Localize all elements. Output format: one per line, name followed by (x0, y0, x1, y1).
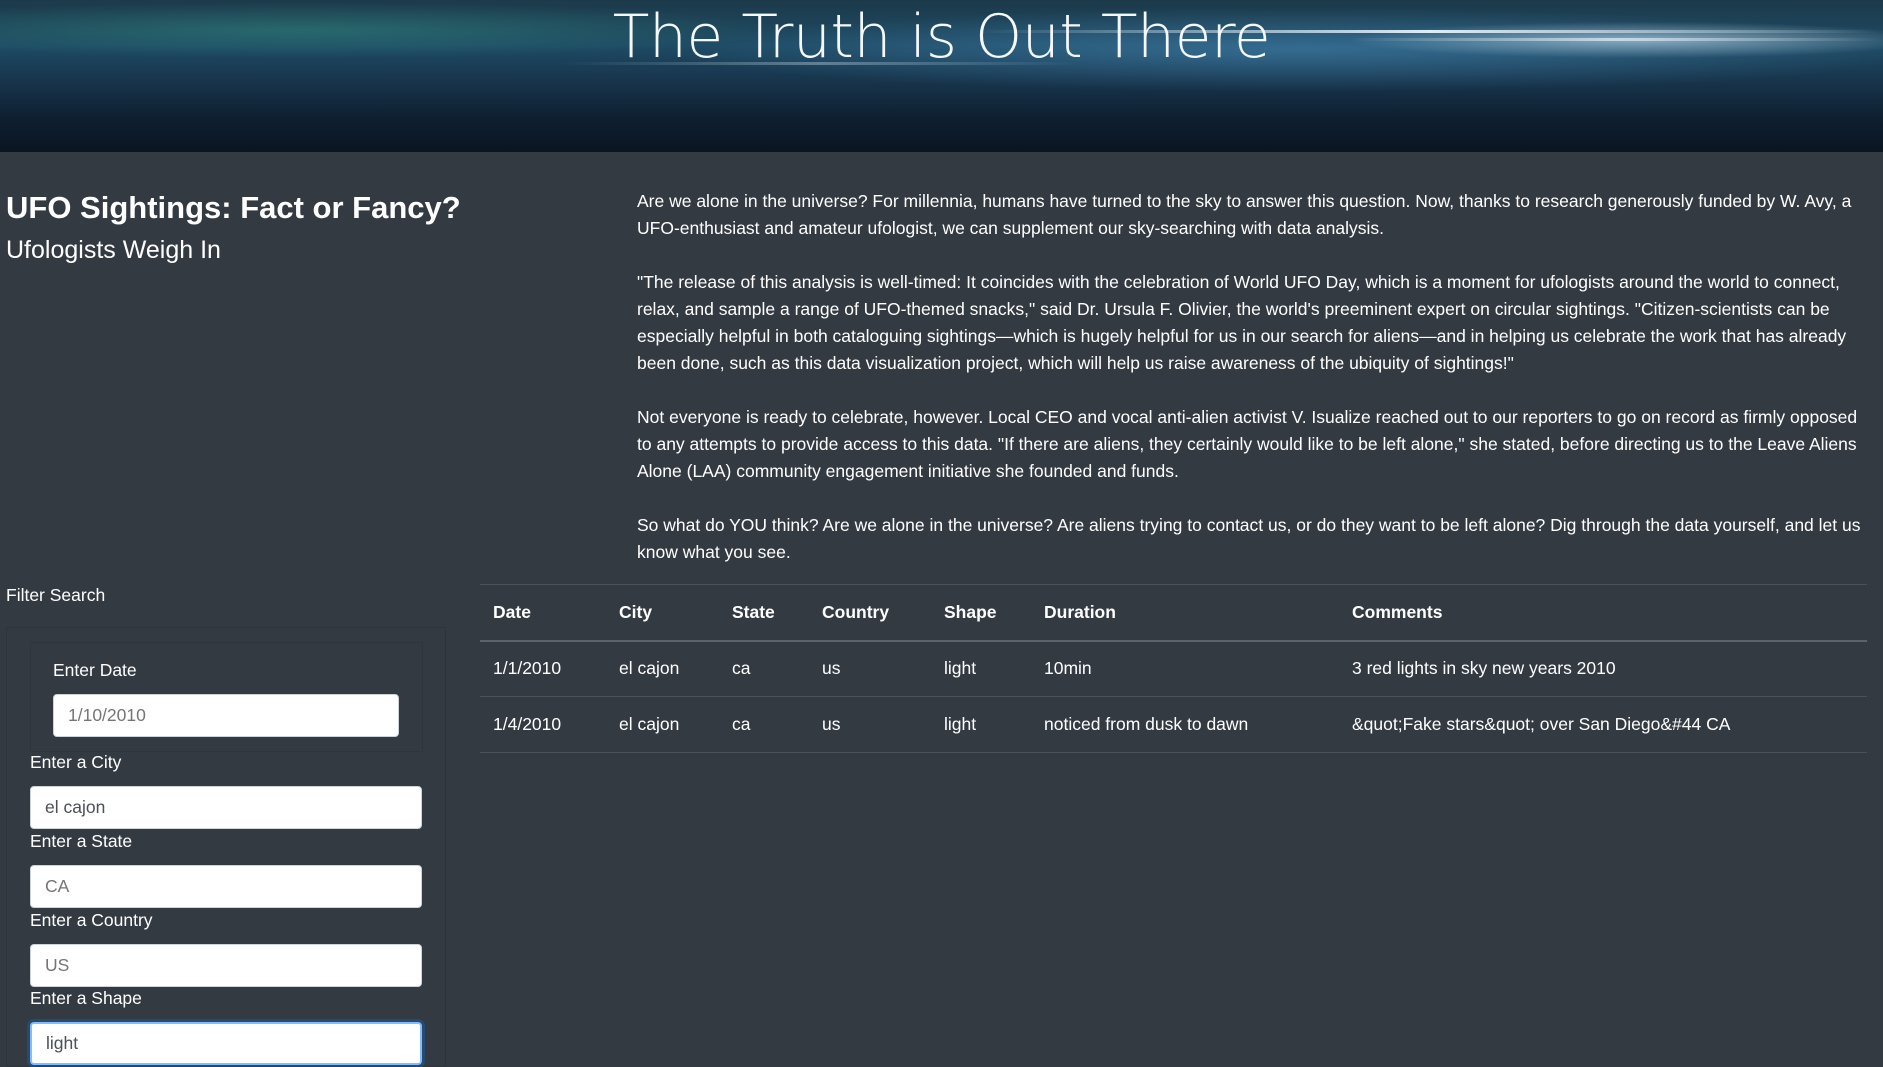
article-paragraph: "The release of this analysis is well-ti… (637, 272, 1847, 373)
cell-shape: light (931, 640, 1031, 697)
state-input[interactable] (30, 865, 422, 908)
article-heading: UFO Sightings: Fact or Fancy? Ufologists… (6, 188, 566, 270)
column-header-date: Date (480, 584, 606, 642)
column-header-state: State (719, 584, 809, 642)
filter-search-title: Filter Search (6, 585, 106, 605)
article-paragraph: So what do YOU think? Are we alone in th… (637, 515, 1861, 562)
column-header-comments: Comments (1339, 584, 1867, 642)
article-paragraph: Not everyone is ready to celebrate, howe… (637, 407, 1858, 481)
cell-shape: light (931, 696, 1031, 753)
cell-comments: 3 red lights in sky new years 2010 (1339, 640, 1867, 697)
heading-main: UFO Sightings: Fact or Fancy? (6, 190, 461, 225)
state-label: Enter a State (30, 831, 133, 851)
cell-state: ca (719, 640, 809, 697)
article-paragraph: Are we alone in the universe? For millen… (637, 191, 1852, 238)
column-header-city: City (606, 584, 719, 642)
cell-country: us (809, 640, 931, 697)
cell-duration: noticed from dusk to dawn (1031, 696, 1339, 753)
date-label: Enter Date (53, 660, 137, 680)
table-row: 1/4/2010 el cajon ca us light noticed fr… (480, 696, 1867, 753)
column-header-duration: Duration (1031, 584, 1339, 642)
cell-city: el cajon (606, 696, 719, 753)
cell-date: 1/1/2010 (480, 640, 606, 697)
ufo-sightings-table: Date City State Country Shape Duration C… (480, 584, 1867, 753)
page-title: The Truth is Out There (612, 2, 1271, 72)
cell-city: el cajon (606, 640, 719, 697)
cell-date: 1/4/2010 (480, 696, 606, 753)
table-header-row: Date City State Country Shape Duration C… (480, 584, 1867, 642)
column-header-shape: Shape (931, 584, 1031, 642)
cell-country: us (809, 696, 931, 753)
cell-comments: &quot;Fake stars&quot; over San Diego&#4… (1339, 696, 1867, 753)
city-input[interactable] (30, 786, 422, 829)
cell-duration: 10min (1031, 640, 1339, 697)
cell-state: ca (719, 696, 809, 753)
hero-banner: The Truth is Out There (0, 0, 1883, 152)
city-label: Enter a City (30, 752, 122, 772)
shape-label: Enter a Shape (30, 988, 142, 1008)
country-label: Enter a Country (30, 910, 153, 930)
shape-input[interactable] (30, 1022, 422, 1065)
date-input[interactable] (53, 694, 399, 737)
heading-subtitle: Ufologists Weigh In (6, 236, 221, 264)
article-body: Are we alone in the universe? For millen… (637, 188, 1865, 593)
country-input[interactable] (30, 944, 422, 987)
column-header-country: Country (809, 584, 931, 642)
table-row: 1/1/2010 el cajon ca us light 10min 3 re… (480, 640, 1867, 697)
